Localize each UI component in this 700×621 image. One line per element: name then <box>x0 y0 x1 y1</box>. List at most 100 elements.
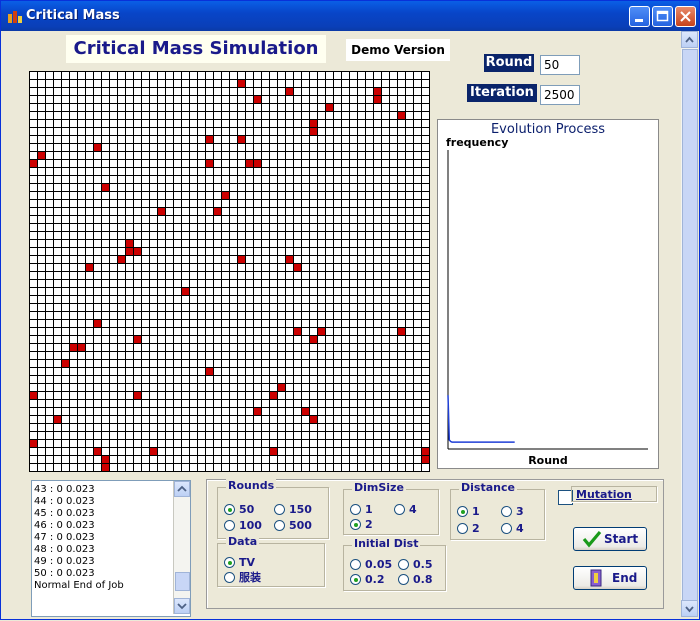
start-button[interactable]: Start <box>573 527 647 551</box>
initial-dist-option-0-8[interactable]: 0.8 <box>398 573 433 587</box>
initial-dist-title: Initial Dist <box>352 537 421 550</box>
page-title: Critical Mass Simulation <box>66 35 326 63</box>
close-icon <box>680 11 691 22</box>
end-button[interactable]: End <box>573 566 647 590</box>
grid-cell-red <box>253 95 261 103</box>
grid-cell-red <box>205 367 213 375</box>
grid-cell-red <box>301 407 309 415</box>
rounds-option-100[interactable]: 100 <box>224 519 262 533</box>
data-option-clothing[interactable]: 服装 <box>224 571 261 585</box>
chevron-up-icon <box>177 485 187 492</box>
iteration-field[interactable]: 2500 <box>540 85 580 105</box>
grid-cell-red <box>125 247 133 255</box>
close-button[interactable] <box>675 6 696 27</box>
grid-cell-red <box>133 335 141 343</box>
grid-cell-red <box>309 415 317 423</box>
grid-cell-red <box>317 327 325 335</box>
grid-cell-red <box>253 159 261 167</box>
initial-dist-option-0-5[interactable]: 0.5 <box>398 558 433 572</box>
initial-dist-group: Initial Dist 0.05 0.5 0.2 0.8 <box>343 537 446 591</box>
radio-selected-icon <box>457 506 468 517</box>
end-label: End <box>612 571 638 585</box>
radio-selected-icon <box>350 519 361 530</box>
demo-version-label: Demo Version <box>346 39 450 61</box>
grid-cell-red <box>157 207 165 215</box>
series-line <box>447 395 515 443</box>
simulation-grid[interactable] <box>29 71 430 472</box>
scroll-thumb[interactable] <box>175 572 190 591</box>
distance-option-3[interactable]: 3 <box>501 505 524 519</box>
grid-cell-red <box>277 383 285 391</box>
grid-cell-red <box>373 95 381 103</box>
distance-option-1[interactable]: 1 <box>457 505 480 519</box>
grid-cell-red <box>61 359 69 367</box>
distance-option-4[interactable]: 4 <box>501 522 524 536</box>
mutation-label[interactable]: Mutation <box>571 486 657 502</box>
grid-cell-red <box>93 319 101 327</box>
maximize-icon <box>656 10 669 22</box>
grid-cell-red <box>269 391 277 399</box>
rounds-group: Rounds 50 150 100 500 <box>217 479 329 539</box>
grid-cell-red <box>85 263 93 271</box>
grid-cell-red <box>29 391 37 399</box>
chevron-down-icon <box>685 606 694 613</box>
scroll-down-button[interactable] <box>174 598 190 614</box>
radio-icon <box>224 520 235 531</box>
grid-cell-red <box>293 263 301 271</box>
grid-cell-red <box>149 447 157 455</box>
initial-dist-option-0-05[interactable]: 0.05 <box>350 558 392 572</box>
rounds-option-50[interactable]: 50 <box>224 503 254 517</box>
radio-icon <box>224 572 235 583</box>
grid-cell-red <box>269 447 277 455</box>
grid-cell-red <box>125 239 133 247</box>
log-line: 50 : 0 0.023 <box>34 568 95 579</box>
dimsize-option-1[interactable]: 1 <box>350 503 373 517</box>
client-area: Critical Mass Simulation Demo Version Ro… <box>5 31 695 617</box>
grid-cell-red <box>181 287 189 295</box>
radio-selected-icon <box>224 504 235 515</box>
grid-cell-red <box>205 135 213 143</box>
scroll-up-button[interactable] <box>174 481 190 497</box>
window-scrollbar[interactable] <box>681 31 698 617</box>
log-output[interactable]: 43 : 0 0.023 44 : 0 0.023 45 : 0 0.023 46 :… <box>31 480 191 617</box>
dimsize-group: DimSize 1 4 2 <box>343 481 439 535</box>
radio-icon <box>394 504 405 515</box>
grid-cell-red <box>101 463 109 471</box>
grid-cell-red <box>133 247 141 255</box>
app-window: Critical Mass Critical Mass Simulation D… <box>0 0 700 620</box>
radio-icon <box>274 504 285 515</box>
radio-selected-icon <box>350 574 361 585</box>
grid-cell-red <box>101 183 109 191</box>
maximize-button[interactable] <box>652 6 673 27</box>
grid-cell-red <box>397 327 405 335</box>
log-line: 44 : 0 0.023 <box>34 496 95 507</box>
grid-cell-red <box>293 327 301 335</box>
grid-cell-red <box>205 159 213 167</box>
window-scroll-down-button[interactable] <box>681 600 698 617</box>
start-label: Start <box>604 532 639 546</box>
radio-icon <box>457 523 468 534</box>
window-scroll-thumb[interactable] <box>682 49 698 601</box>
grid-cell-red <box>421 447 429 455</box>
rounds-option-500[interactable]: 500 <box>274 519 312 533</box>
minimize-icon <box>635 19 643 22</box>
grid-cell-red <box>309 119 317 127</box>
grid-cell-red <box>309 127 317 135</box>
grid-cell-red <box>237 135 245 143</box>
rounds-option-150[interactable]: 150 <box>274 503 312 517</box>
data-option-tv[interactable]: TV <box>224 556 255 570</box>
initial-dist-option-0-2[interactable]: 0.2 <box>350 573 385 587</box>
grid-cell-red <box>133 391 141 399</box>
radio-icon <box>274 520 285 531</box>
title-bar[interactable]: Critical Mass <box>1 1 699 31</box>
minimize-button[interactable] <box>629 6 650 27</box>
log-scrollbar[interactable] <box>173 481 190 614</box>
grid-cell-red <box>53 415 61 423</box>
round-field[interactable]: 50 <box>540 55 580 75</box>
distance-title: Distance <box>459 481 517 494</box>
dimsize-option-2[interactable]: 2 <box>350 518 373 532</box>
log-line: 43 : 0 0.023 <box>34 484 95 495</box>
distance-option-2[interactable]: 2 <box>457 522 480 536</box>
dimsize-option-4[interactable]: 4 <box>394 503 417 517</box>
window-scroll-up-button[interactable] <box>681 31 698 48</box>
